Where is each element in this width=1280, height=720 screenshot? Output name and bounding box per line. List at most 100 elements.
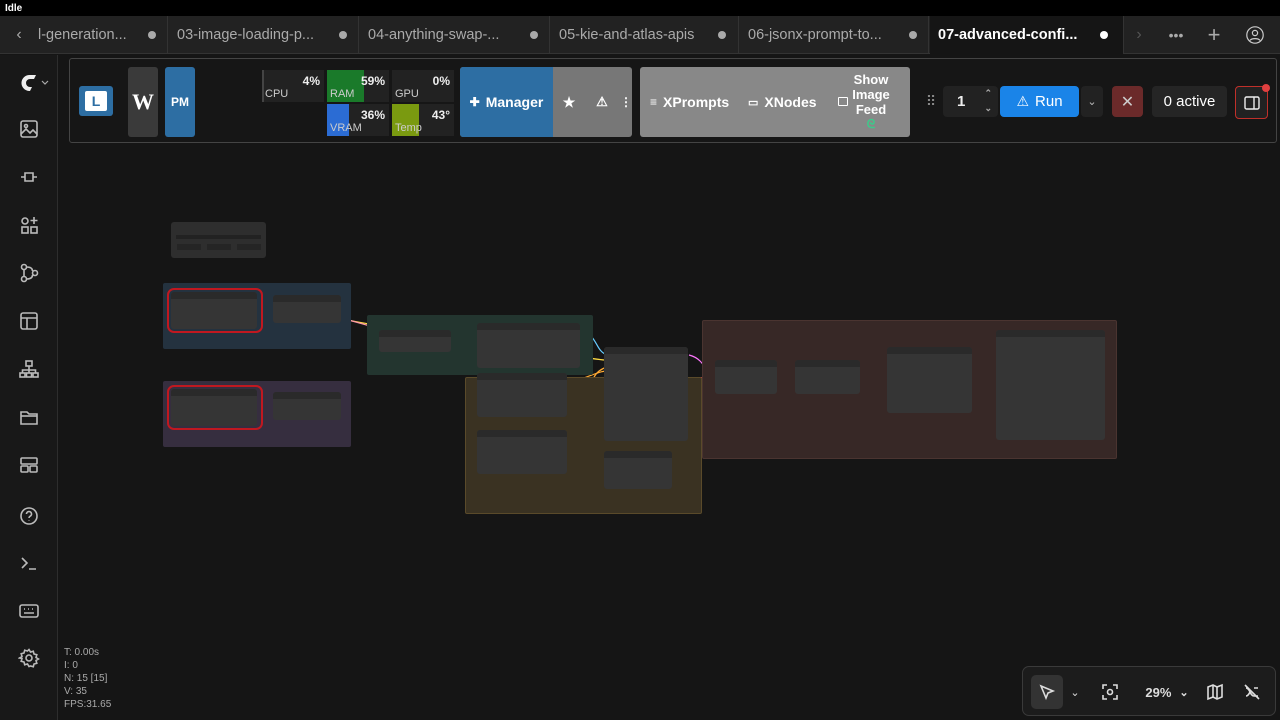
tab-label: l-generation... [38,27,127,43]
image-feed-label-1: Show [853,72,889,87]
manager-button[interactable]: ✚ Manager [460,67,553,137]
tool-dropdown-chevron-icon[interactable]: ⌄ [1067,675,1083,709]
run-options-chevron-icon[interactable]: ⌄ [1081,86,1103,117]
help-icon[interactable] [18,505,40,527]
terminal-icon[interactable] [18,552,40,574]
image-feed-label-3: Feed [855,102,887,117]
sampler-node[interactable] [604,347,688,441]
fit-view-button[interactable] [1098,675,1122,709]
more-tabs-icon[interactable]: ••• [1161,16,1191,54]
tab-label: 03-image-loading-p... [177,27,315,43]
cancel-run-button[interactable]: ✕ [1112,86,1143,117]
prompt-node-2[interactable] [477,430,567,474]
more-icon[interactable]: ⋮ [620,67,632,137]
settings-node[interactable] [171,222,266,258]
processor-node-1[interactable] [273,295,341,323]
queue-count-input[interactable]: 1 ⌃ ⌄ [943,86,998,117]
node-button[interactable] [207,244,231,250]
unsaved-dot-icon [148,31,156,39]
active-queue-button[interactable]: 0 active [1152,86,1227,117]
run-button[interactable]: ⚠ Run [1000,86,1079,117]
gpu-value: 0% [432,74,450,88]
tab-workflow-2[interactable]: 03-image-loading-p... [169,16,359,54]
tab-workflow-1[interactable]: l-generation... [30,16,168,54]
w-button[interactable]: W [128,67,158,137]
model-loader-node[interactable] [379,330,451,352]
xprompts-button[interactable]: ≡ XPrompts [650,67,729,137]
temp-value: 43° [431,108,450,122]
tab-workflow-active[interactable]: 07-advanced-confi... [930,16,1124,54]
user-account-button[interactable] [1240,16,1270,54]
tab-workflow-3[interactable]: 04-anything-swap-... [360,16,550,54]
decode-node[interactable] [715,360,777,394]
puzzle-icon: ✚ [469,95,480,109]
folder-icon[interactable] [18,406,40,428]
prompt-node-1[interactable] [477,373,567,417]
temp-label: Temp [395,122,422,134]
cpu-monitor: 4% CPU [262,70,324,102]
latent-node[interactable] [604,451,672,489]
hide-links-button[interactable] [1240,675,1264,709]
feed-logo-icon: ᘓ [866,117,876,131]
node-button[interactable] [177,244,201,250]
ram-value: 59% [360,74,385,88]
keyboard-shortcuts-icon[interactable] [18,600,40,622]
highlighted-node-outline [167,385,263,430]
lines-icon: ≡ [650,95,658,109]
notification-dot-icon [1262,84,1270,92]
node-library-icon[interactable] [18,214,40,236]
minimap-toggle-button[interactable] [1203,675,1227,709]
cpu-value: 4% [302,74,320,88]
canvas-controls: ⌄ 29% ⌄ [1022,666,1276,716]
tab-label: 04-anything-swap-... [368,27,500,43]
run-label: Run [1035,93,1063,110]
processor-node-2[interactable] [273,392,341,420]
sidebar-panel-icon [1243,95,1260,110]
favorites-star-icon[interactable]: ★ [557,67,581,137]
unsaved-dot-icon [718,31,726,39]
warning-shapes-icon[interactable]: ⚠ [589,67,615,137]
save-node[interactable] [887,347,972,413]
new-tab-button[interactable]: + [1199,16,1229,54]
stat-nodes: N: 15 [15] [64,673,108,684]
increment-icon[interactable]: ⌃ [984,88,992,99]
xnodes-button[interactable]: ▭ XNodes [748,67,817,137]
zoom-chevron-icon: ⌄ [1179,686,1189,699]
stat-i: I: 0 [64,660,78,671]
zoom-level-dropdown[interactable]: 29% ⌄ [1135,675,1199,709]
workflows-icon[interactable] [18,262,40,284]
media-assets-icon[interactable] [18,118,40,140]
layout-icon[interactable] [18,454,40,476]
canvas-stats: T: 0.00s I: 0 N: 15 [15] V: 35 FPS:31.65 [64,646,111,711]
settings-gear-icon[interactable] [17,647,41,669]
model-library-icon[interactable] [18,166,40,188]
upscale-node[interactable] [795,360,860,394]
links-off-icon [1244,684,1260,700]
workflow-tab-bar: ‹ l-generation... 03-image-loading-p... … [0,16,1280,54]
user-icon [1246,26,1264,44]
templates-icon[interactable] [18,310,40,332]
tab-label: 05-kie-and-atlas-apis [559,27,695,43]
gpu-label: GPU [395,88,419,100]
manager-group: ✚ Manager ★ ⚠ ⋮ [460,67,632,137]
drag-handle-icon[interactable]: ⠿ [925,91,937,111]
xnodes-label: XNodes [764,94,817,110]
node-graph-canvas[interactable] [59,145,1280,720]
decrement-icon[interactable]: ⌄ [984,103,992,114]
node-button[interactable] [237,244,261,250]
temp-monitor: 43° Temp [392,104,454,136]
toggle-panel-button[interactable] [1235,84,1270,119]
tab-workflow-4[interactable]: 05-kie-and-atlas-apis [551,16,739,54]
queue-count-value: 1 [957,93,966,110]
pm-button[interactable]: PM [165,67,195,137]
zoom-value: 29% [1145,684,1172,700]
tab-workflow-5[interactable]: 06-jsonx-prompt-to... [740,16,929,54]
node-tree-icon[interactable] [18,358,40,380]
lora-stack-node[interactable] [477,323,580,368]
l-button[interactable]: L [79,86,113,116]
tabs-scroll-right-button[interactable]: › [1124,16,1154,54]
select-tool-button[interactable] [1031,675,1063,709]
app-logo-menu[interactable] [18,73,50,93]
unsaved-dot-icon [339,31,347,39]
preview-image-node[interactable] [996,330,1105,440]
